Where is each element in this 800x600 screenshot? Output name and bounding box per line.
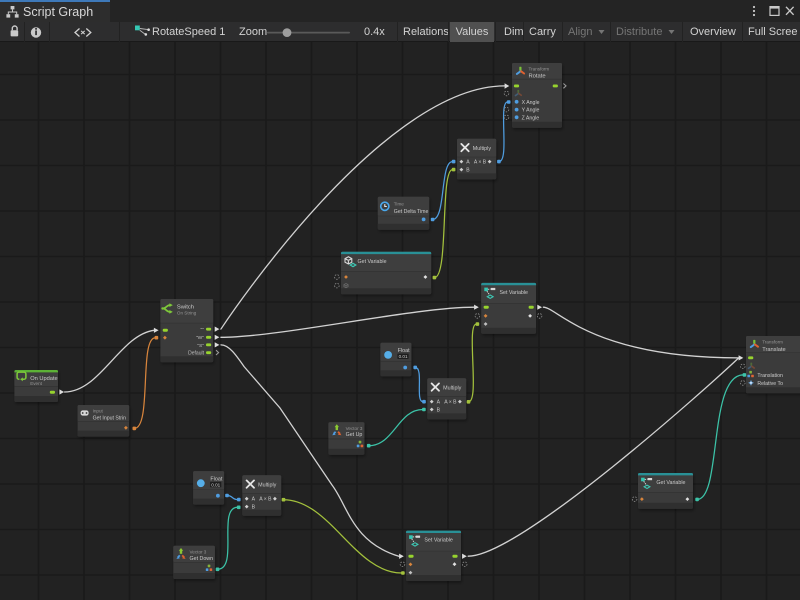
svg-text:Transform: Transform	[762, 340, 783, 345]
svg-text:Set Variable: Set Variable	[424, 538, 453, 544]
svg-text:Get Variable: Get Variable	[358, 259, 387, 265]
svg-text:0.01: 0.01	[211, 482, 220, 487]
svg-text:Z Angle: Z Angle	[522, 115, 540, 121]
svg-text:Get Delta Time: Get Delta Time	[394, 209, 429, 215]
svg-text:Vector 3: Vector 3	[346, 426, 363, 431]
svg-text:Set Variable: Set Variable	[500, 290, 529, 296]
svg-text:B: B	[437, 407, 441, 413]
svg-text:Y Angle: Y Angle	[522, 108, 540, 114]
svg-text:"S": "S"	[197, 343, 204, 349]
svg-text:Translate: Translate	[762, 347, 786, 353]
svg-text:Get Down: Get Down	[190, 556, 214, 562]
svg-text:A × B: A × B	[259, 497, 272, 503]
svg-text:Rotate: Rotate	[529, 74, 546, 80]
svg-text:A: A	[252, 497, 256, 503]
svg-text:Multiply: Multiply	[473, 146, 492, 152]
svg-text:A: A	[437, 400, 441, 406]
svg-text:X Angle: X Angle	[522, 100, 540, 106]
svg-text:Event: Event	[30, 381, 42, 386]
svg-text:Multiply: Multiply	[258, 482, 277, 488]
svg-text:0.01: 0.01	[399, 354, 408, 359]
svg-text:Get Input Strin: Get Input Strin	[93, 415, 127, 421]
svg-text:B: B	[466, 167, 470, 173]
svg-text:Vector 3: Vector 3	[190, 550, 207, 555]
svg-text:Time: Time	[394, 202, 404, 207]
svg-text:Get Up: Get Up	[346, 432, 363, 438]
svg-text:A × B: A × B	[474, 159, 487, 165]
svg-text:Get Variable: Get Variable	[656, 480, 685, 486]
svg-text:Multiply: Multiply	[443, 385, 462, 391]
svg-text:Default: Default	[188, 351, 204, 357]
svg-text:Transform: Transform	[529, 66, 550, 71]
svg-text:"": ""	[201, 327, 205, 333]
svg-text:Input: Input	[93, 408, 104, 413]
svg-text:B: B	[252, 505, 256, 511]
svg-text:On String: On String	[177, 311, 197, 316]
svg-text:A × B: A × B	[444, 400, 457, 406]
svg-text:Relative To: Relative To	[757, 381, 783, 387]
svg-text:"W": "W"	[196, 335, 204, 341]
svg-text:Translation: Translation	[757, 373, 783, 379]
svg-text:A: A	[466, 159, 470, 165]
